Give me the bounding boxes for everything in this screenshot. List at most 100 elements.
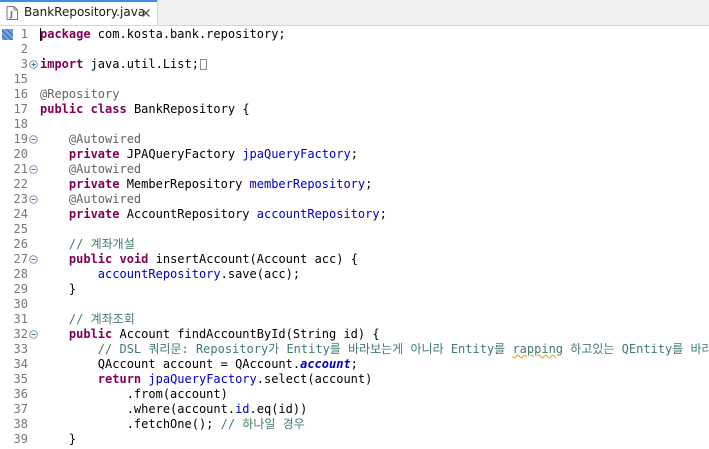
tab-active-indicator [0,0,157,2]
code-token: // 하나일 경우 [220,417,305,431]
line-number: 35 [13,372,28,386]
code-line[interactable]: 21 @Autowired [0,162,709,177]
code-token: QAccount account = QAccount. [40,357,301,371]
fold-collapse-icon[interactable] [29,135,38,144]
code-token: java.util.List; [83,57,199,71]
code-line[interactable]: 32 public Account findAccountById(String… [0,327,709,342]
code-line[interactable]: 18 [0,117,709,132]
line-number: 18 [13,117,28,131]
java-file-icon: J [6,6,18,20]
code-text: package com.kosta.bank.repository; [40,27,286,42]
fold-collapse-icon[interactable] [29,255,38,264]
code-line[interactable]: 27 public void insertAccount(Account acc… [0,252,709,267]
line-number: 1 [20,27,28,41]
code-line[interactable]: 33 // DSL 쿼리문: Repository가 Entity를 바라보는게… [0,342,709,357]
code-line[interactable]: 31 // 계좌조회 [0,312,709,327]
text-caret [40,28,41,41]
line-number: 2 [20,42,28,56]
code-text: QAccount account = QAccount.account; [40,357,358,372]
code-text: } [40,282,76,297]
code-text: public void insertAccount(Account acc) { [40,252,358,267]
line-number: 23 [13,192,28,206]
code-line[interactable]: 24 private AccountRepository accountRepo… [0,207,709,222]
line-number: 24 [13,207,28,221]
code-token: .select(account) [256,372,373,386]
code-line[interactable]: 16 @Repository [0,87,709,102]
code-text: .from(account) [40,387,228,402]
code-line[interactable]: 29 } [0,282,709,297]
code-line[interactable]: 19 @Autowired [0,132,709,147]
line-number: 3 [20,57,28,71]
code-line[interactable]: 34 QAccount account = QAccount.account; [0,357,709,372]
code-text: @Repository [40,87,119,102]
code-token: .save(acc); [220,267,301,281]
code-token: void [119,252,149,266]
code-line[interactable]: 30 [0,297,709,312]
line-number: 16 [13,87,28,101]
code-line[interactable]: 17 public class BankRepository { [0,102,709,117]
line-number: 37 [13,402,28,416]
code-line[interactable]: 26 // 계좌개설 [0,237,709,252]
code-line[interactable]: 35 return jpaQueryFactory.select(account… [0,372,709,387]
code-text: // 계좌개설 [40,237,135,252]
svg-text:J: J [9,10,13,19]
code-text: @Autowired [40,132,141,147]
line-number: 38 [13,417,28,431]
code-line[interactable]: 20 private JPAQueryFactory jpaQueryFacto… [0,147,709,162]
code-text: .fetchOne(); // 하나일 경우 [40,417,305,432]
code-text: private MemberRepository memberRepositor… [40,177,372,192]
fold-collapse-icon[interactable] [29,330,38,339]
code-text: // DSL 쿼리문: Repository가 Entity를 바라보는게 아니… [40,342,709,357]
code-line[interactable]: 38 .fetchOne(); // 하나일 경우 [0,417,709,432]
code-token: accountRepository [256,207,380,221]
code-line[interactable]: 2 [0,42,709,57]
code-text: public class BankRepository { [40,102,250,117]
code-line[interactable]: 15 [0,72,709,87]
code-line[interactable]: 23 @Autowired [0,192,709,207]
line-number: 30 [13,297,28,311]
code-token: ; [350,357,358,371]
code-token: // 계좌개설 [40,237,135,251]
code-editor[interactable]: 1 package com.kosta.bank.repository; 2 3 imp… [0,26,709,449]
code-line[interactable]: 25 [0,222,709,237]
code-token: private [68,147,120,161]
code-token: .eq(id)) [249,402,308,416]
code-token: public [68,327,113,341]
code-line[interactable]: 28 accountRepository.save(acc); [0,267,709,282]
editor-tab-bankrepository[interactable]: J BankRepository.java [0,0,158,25]
fold-collapse-icon[interactable] [29,165,38,174]
code-line[interactable]: 1 package com.kosta.bank.repository; [0,27,709,42]
code-token: Account findAccountById(String id) { [112,327,380,341]
close-icon[interactable] [141,8,151,18]
code-token: } [40,432,77,446]
fold-collapse-icon[interactable] [29,195,38,204]
fold-expand-icon[interactable] [29,60,38,69]
collapsed-imports-icon[interactable] [199,59,207,70]
code-line[interactable]: 39 } [0,432,709,447]
code-text: accountRepository.save(acc); [40,267,300,282]
code-token: @Repository [40,87,120,101]
line-number: 33 [13,342,28,356]
code-token: AccountRepository [119,207,257,221]
code-token: private [68,207,120,221]
code-token: .fetchOne(); [40,417,221,431]
line-number: 28 [13,267,28,281]
code-line[interactable]: 36 .from(account) [0,387,709,402]
line-number: 31 [13,312,28,326]
tab-title: BankRepository.java [24,5,146,19]
code-line[interactable]: 37 .where(account.id.eq(id)) [0,402,709,417]
code-text: @Autowired [40,162,141,177]
code-line[interactable]: 3 import java.util.List; [0,57,709,72]
code-token: public [40,102,84,116]
code-text: private JPAQueryFactory jpaQueryFactory; [40,147,358,162]
code-line[interactable]: 22 private MemberRepository memberReposi… [0,177,709,192]
line-number: 21 [13,162,28,176]
code-text: public Account findAccountById(String id… [40,327,380,342]
